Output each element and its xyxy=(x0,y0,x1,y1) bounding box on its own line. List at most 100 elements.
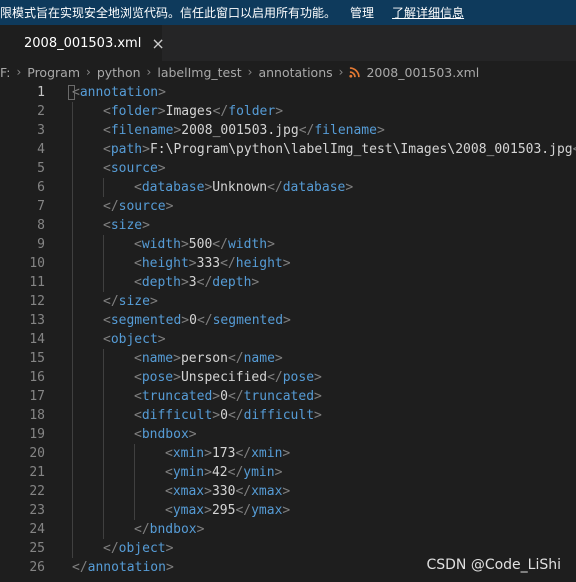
line-number: 13 xyxy=(29,313,45,328)
indent-guide xyxy=(103,406,104,425)
breadcrumb-labelimg-test[interactable]: labelImg_test xyxy=(157,65,241,80)
xml-bracket: > xyxy=(165,560,174,575)
indent-guide xyxy=(72,501,73,520)
breadcrumb-python[interactable]: python xyxy=(97,65,141,80)
xml-tag-name: object xyxy=(110,332,158,347)
code-line[interactable]: 19 <bndbox> xyxy=(0,425,576,444)
code-line[interactable]: 24 </bndbox> xyxy=(0,520,576,539)
code-editor[interactable]: 1 <annotation> 2 <folder>Images</folder> 3 <f… xyxy=(0,83,576,582)
xml-text-value: 333 xyxy=(196,256,221,271)
code-text: <truncated>0</truncated> xyxy=(134,387,322,406)
xml-tag-name: bndbox xyxy=(149,522,197,537)
line-number: 21 xyxy=(29,465,45,480)
line-number: 16 xyxy=(29,370,45,385)
xml-tag-name: width xyxy=(141,237,181,252)
xml-bracket: > xyxy=(212,389,221,404)
xml-tag-name: folder xyxy=(228,104,276,119)
tab-bar: 2008_001503.xml × xyxy=(0,25,576,61)
code-line[interactable]: 3 <filename>2008_001503.jpg</filename> xyxy=(0,121,576,140)
code-line[interactable]: 18 <difficult>0</difficult> xyxy=(0,406,576,425)
xml-bracket: > xyxy=(158,85,166,100)
xml-bracket: > xyxy=(345,180,354,195)
code-line[interactable]: 5 <source> xyxy=(0,159,576,178)
code-line[interactable]: 25 </object> xyxy=(0,539,576,558)
code-line[interactable]: 15 <name>person</name> xyxy=(0,349,576,368)
learn-more-link[interactable]: 了解详细信息 xyxy=(392,4,464,21)
indent-guide xyxy=(72,463,73,482)
xml-tag-name: database xyxy=(282,180,346,195)
breadcrumb-file[interactable]: 2008_001503.xml xyxy=(366,65,479,80)
xml-bracket: > xyxy=(282,446,291,461)
breadcrumb-program[interactable]: Program xyxy=(27,65,80,80)
xml-tag-name: name xyxy=(243,351,275,366)
code-line[interactable]: 11 <depth>3</depth> xyxy=(0,273,576,292)
xml-bracket: </ xyxy=(212,237,228,252)
line-number: 1 xyxy=(37,85,45,100)
manage-link[interactable]: 管理 xyxy=(350,4,374,21)
xml-bracket: > xyxy=(204,503,212,518)
code-line[interactable]: 16 <pose>Unspecified</pose> xyxy=(0,368,576,387)
xml-bracket: > xyxy=(314,370,322,385)
xml-tag-name: segmented xyxy=(110,313,182,328)
code-line[interactable]: 6 <database>Unknown</database> xyxy=(0,178,576,197)
indent-guide xyxy=(72,349,73,368)
chevron-right-icon: › xyxy=(338,65,344,79)
xml-bracket: < xyxy=(103,161,111,176)
xml-bracket: > xyxy=(314,389,322,404)
code-text: </object> xyxy=(103,539,173,558)
code-line[interactable]: 4 <path>F:\Program\python\labelImg_test\I… xyxy=(0,140,576,159)
tab-2008-001503-xml[interactable]: 2008_001503.xml × xyxy=(0,25,165,61)
code-line[interactable]: 23 <ymax>295</ymax> xyxy=(0,501,576,520)
xml-text-value: 42 xyxy=(211,465,228,480)
xml-text-value: Unknown xyxy=(212,180,268,195)
code-line[interactable]: 8 <size> xyxy=(0,216,576,235)
xml-bracket: </ xyxy=(235,446,252,461)
code-text: <annotation> xyxy=(72,83,166,102)
xml-bracket: > xyxy=(204,446,212,461)
breadcrumb-annotations[interactable]: annotations xyxy=(258,65,332,80)
indent-guide xyxy=(72,368,73,387)
code-line[interactable]: 10 <height>333</height> xyxy=(0,254,576,273)
xml-tag-name: size xyxy=(118,294,150,309)
code-line[interactable]: 1 <annotation> xyxy=(0,83,576,102)
xml-bracket: </ xyxy=(227,389,244,404)
line-number: 6 xyxy=(37,180,45,195)
code-text: <depth>3</depth> xyxy=(134,273,259,292)
indent-guide xyxy=(103,520,104,539)
line-number: 26 xyxy=(29,560,45,575)
line-number: 7 xyxy=(37,199,45,214)
xml-tag-name: ymax xyxy=(172,503,205,518)
xml-tag-name: bndbox xyxy=(141,427,189,442)
xml-bracket: </ xyxy=(72,560,88,575)
code-line[interactable]: 17 <truncated>0</truncated> xyxy=(0,387,576,406)
close-icon[interactable]: × xyxy=(151,34,164,53)
code-line[interactable]: 9 <width>500</width> xyxy=(0,235,576,254)
breadcrumb: F: › Program › python › labelImg_test › … xyxy=(0,61,576,83)
xml-bracket: </ xyxy=(196,313,213,328)
xml-tag-name: difficult xyxy=(243,408,315,423)
code-line[interactable]: 20 <xmin>173</xmin> xyxy=(0,444,576,463)
indent-guide xyxy=(103,368,104,387)
code-line[interactable]: 7 </source> xyxy=(0,197,576,216)
line-number: 22 xyxy=(29,484,45,499)
indent-guide xyxy=(103,444,104,463)
xml-bracket: > xyxy=(149,294,158,309)
code-line[interactable]: 2 <folder>Images</folder> xyxy=(0,102,576,121)
xml-tag-name: difficult xyxy=(141,408,213,423)
xml-tag-name: xmax xyxy=(251,484,283,499)
indent-guide xyxy=(72,539,73,558)
line-number: 9 xyxy=(37,237,45,252)
xml-text-value: 173 xyxy=(211,446,236,461)
xml-bracket: < xyxy=(134,351,142,366)
code-line[interactable]: 22 <xmax>330</xmax> xyxy=(0,482,576,501)
code-line[interactable]: 13 <segmented>0</segmented> xyxy=(0,311,576,330)
code-text: </size> xyxy=(103,292,158,311)
xml-bracket: </ xyxy=(573,142,576,157)
breadcrumb-drive[interactable]: F: xyxy=(0,65,10,80)
chevron-right-icon: › xyxy=(247,65,253,79)
xml-bracket: </ xyxy=(227,465,244,480)
code-line[interactable]: 14 <object> xyxy=(0,330,576,349)
code-line[interactable]: 12 </size> xyxy=(0,292,576,311)
xml-tag-name: xmin xyxy=(251,446,283,461)
code-line[interactable]: 21 <ymin>42</ymin> xyxy=(0,463,576,482)
